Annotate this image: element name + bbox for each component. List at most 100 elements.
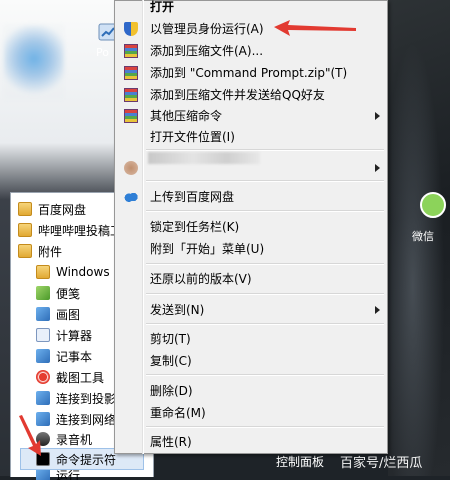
menu-label: 以管理员身份运行(A) (150, 22, 264, 36)
menu-properties[interactable]: 属性(R) (116, 431, 386, 452)
menu-open-file-location[interactable]: 打开文件位置(I) (116, 126, 386, 147)
menu-rename[interactable]: 重命名(M) (116, 402, 386, 423)
winrar-icon (124, 87, 138, 102)
menu-delete[interactable]: 删除(D) (116, 380, 386, 401)
menu-separator (146, 210, 384, 212)
menu-label: 添加到压缩文件(A)... (150, 44, 264, 58)
menu-other-compress[interactable]: 其他压缩命令 (116, 105, 386, 126)
red-arrow-pointer-bottom (19, 415, 41, 456)
start-menu-item-label: 截图工具 (56, 370, 105, 385)
menu-separator (146, 426, 384, 428)
projector-icon (36, 391, 50, 405)
sticky-notes-icon (36, 286, 50, 300)
folder-icon (18, 202, 32, 216)
notepad-icon (36, 349, 50, 363)
arrow-down-icon (19, 415, 41, 456)
menu-cut[interactable]: 剪切(T) (116, 328, 386, 349)
start-menu-item-paint[interactable]: 画图 (36, 304, 80, 324)
menu-separator (146, 149, 384, 151)
start-menu-item-label: 记事本 (56, 349, 93, 364)
paint-icon (36, 307, 50, 321)
menu-label: 发送到(N) (150, 303, 205, 317)
baidu-cloud-icon (124, 189, 138, 204)
start-menu-item-label: 画图 (56, 307, 81, 322)
start-menu-item-accessories[interactable]: 附件 (18, 241, 62, 261)
run-icon (36, 470, 50, 480)
start-menu-item-label: Windows (56, 265, 110, 279)
start-menu-item-label: 附件 (38, 244, 63, 259)
start-menu-item-windows[interactable]: Windows (36, 262, 110, 282)
menu-label: 添加到 "Command Prompt.zip"(T) (150, 66, 348, 80)
menu-restore-previous-versions[interactable]: 还原以前的版本(V) (116, 268, 386, 289)
menu-label: 打开文件位置(I) (150, 130, 235, 144)
start-menu-item-connect-projector[interactable]: 连接到投影 (36, 388, 116, 408)
menu-label: 上传到百度网盘 (150, 190, 235, 204)
menu-label: 复制(C) (150, 354, 192, 368)
menu-label: 属性(R) (150, 435, 192, 449)
wechat-label: 微信 (412, 230, 434, 243)
folder-icon (36, 265, 50, 279)
menu-label: 锁定到任务栏(K) (150, 220, 240, 234)
menu-copy[interactable]: 复制(C) (116, 350, 386, 371)
start-menu-item-label: 运行 (56, 470, 81, 480)
start-menu-item-label: 百度网盘 (38, 202, 87, 217)
menu-pin-to-start[interactable]: 附到「开始」菜单(U) (116, 238, 386, 259)
menu-label: 打开 (150, 0, 175, 14)
folder-icon (18, 223, 32, 237)
start-menu-item-label: 命令提示符 (56, 452, 117, 467)
menu-separator (146, 374, 384, 376)
menu-label: 添加到压缩文件并发送给QQ好友 (150, 88, 325, 102)
desktop-shortcut-label: Po (96, 46, 109, 59)
wechat-icon[interactable] (420, 192, 446, 218)
folder-icon (18, 244, 32, 258)
start-menu-item-snipping-tool[interactable]: 截图工具 (36, 367, 104, 387)
start-menu-item-baidu-netdisk[interactable]: 百度网盘 (18, 199, 86, 219)
menu-pin-to-taskbar[interactable]: 锁定到任务栏(K) (116, 216, 386, 237)
control-panel-link[interactable]: 控制面板 (276, 453, 324, 470)
start-menu-item-connect-network[interactable]: 连接到网络 (36, 409, 116, 429)
winrar-icon (124, 108, 138, 123)
start-menu-item-label: 录音机 (56, 432, 93, 447)
uac-shield-icon (124, 21, 138, 36)
arrow-left-icon (274, 20, 356, 36)
menu-separator (146, 180, 384, 182)
snipping-tool-icon (36, 370, 50, 384)
submenu-arrow-icon (375, 305, 380, 314)
start-menu-item-label: 便笺 (56, 286, 81, 301)
start-menu-item-bilibili[interactable]: 哔哩哔哩投稿工 (18, 220, 122, 240)
calculator-icon (36, 328, 50, 342)
menu-upload-baidu[interactable]: 上传到百度网盘 (116, 186, 386, 207)
menu-add-to-archive[interactable]: 添加到压缩文件(A)... (116, 40, 386, 61)
menu-separator (146, 323, 384, 325)
start-menu-item-label: 计算器 (56, 328, 93, 343)
red-arrow-pointer-top (274, 20, 356, 36)
submenu-arrow-icon (375, 111, 380, 120)
menu-label: 其他压缩命令 (150, 109, 223, 123)
start-menu-item-run[interactable]: 运行 (36, 470, 80, 480)
menu-add-to-zip[interactable]: 添加到 "Command Prompt.zip"(T) (116, 62, 386, 83)
start-menu-item-calculator[interactable]: 计算器 (36, 325, 92, 345)
blurred-desktop-icon[interactable] (4, 25, 64, 100)
blurred-menu-label (148, 152, 260, 164)
winrar-icon (124, 65, 138, 80)
menu-label: 删除(D) (150, 384, 193, 398)
watermark: 百家号/烂西瓜 (340, 456, 423, 471)
menu-label: 重命名(M) (150, 406, 206, 420)
menu-label: 附到「开始」菜单(U) (150, 242, 265, 256)
start-menu-item-label: 连接到投影 (56, 391, 117, 406)
start-menu-item-command-prompt[interactable]: 命令提示符 (36, 449, 116, 469)
menu-compress-and-send-qq[interactable]: 添加到压缩文件并发送给QQ好友 (116, 84, 386, 105)
winrar-icon (124, 43, 138, 58)
submenu-arrow-icon (375, 163, 380, 172)
blurred-app-icon (124, 160, 138, 175)
menu-label: 剪切(T) (150, 332, 191, 346)
start-menu-item-label: 哔哩哔哩投稿工 (38, 223, 123, 238)
start-menu-item-sticky-notes[interactable]: 便笺 (36, 283, 80, 303)
menu-send-to[interactable]: 发送到(N) (116, 299, 386, 320)
menu-label: 还原以前的版本(V) (150, 272, 252, 286)
menu-open[interactable]: 打开 (116, 0, 386, 17)
menu-separator (146, 293, 384, 295)
start-menu-item-notepad[interactable]: 记事本 (36, 346, 92, 366)
start-menu-item-label: 连接到网络 (56, 412, 117, 427)
menu-separator (146, 263, 384, 265)
